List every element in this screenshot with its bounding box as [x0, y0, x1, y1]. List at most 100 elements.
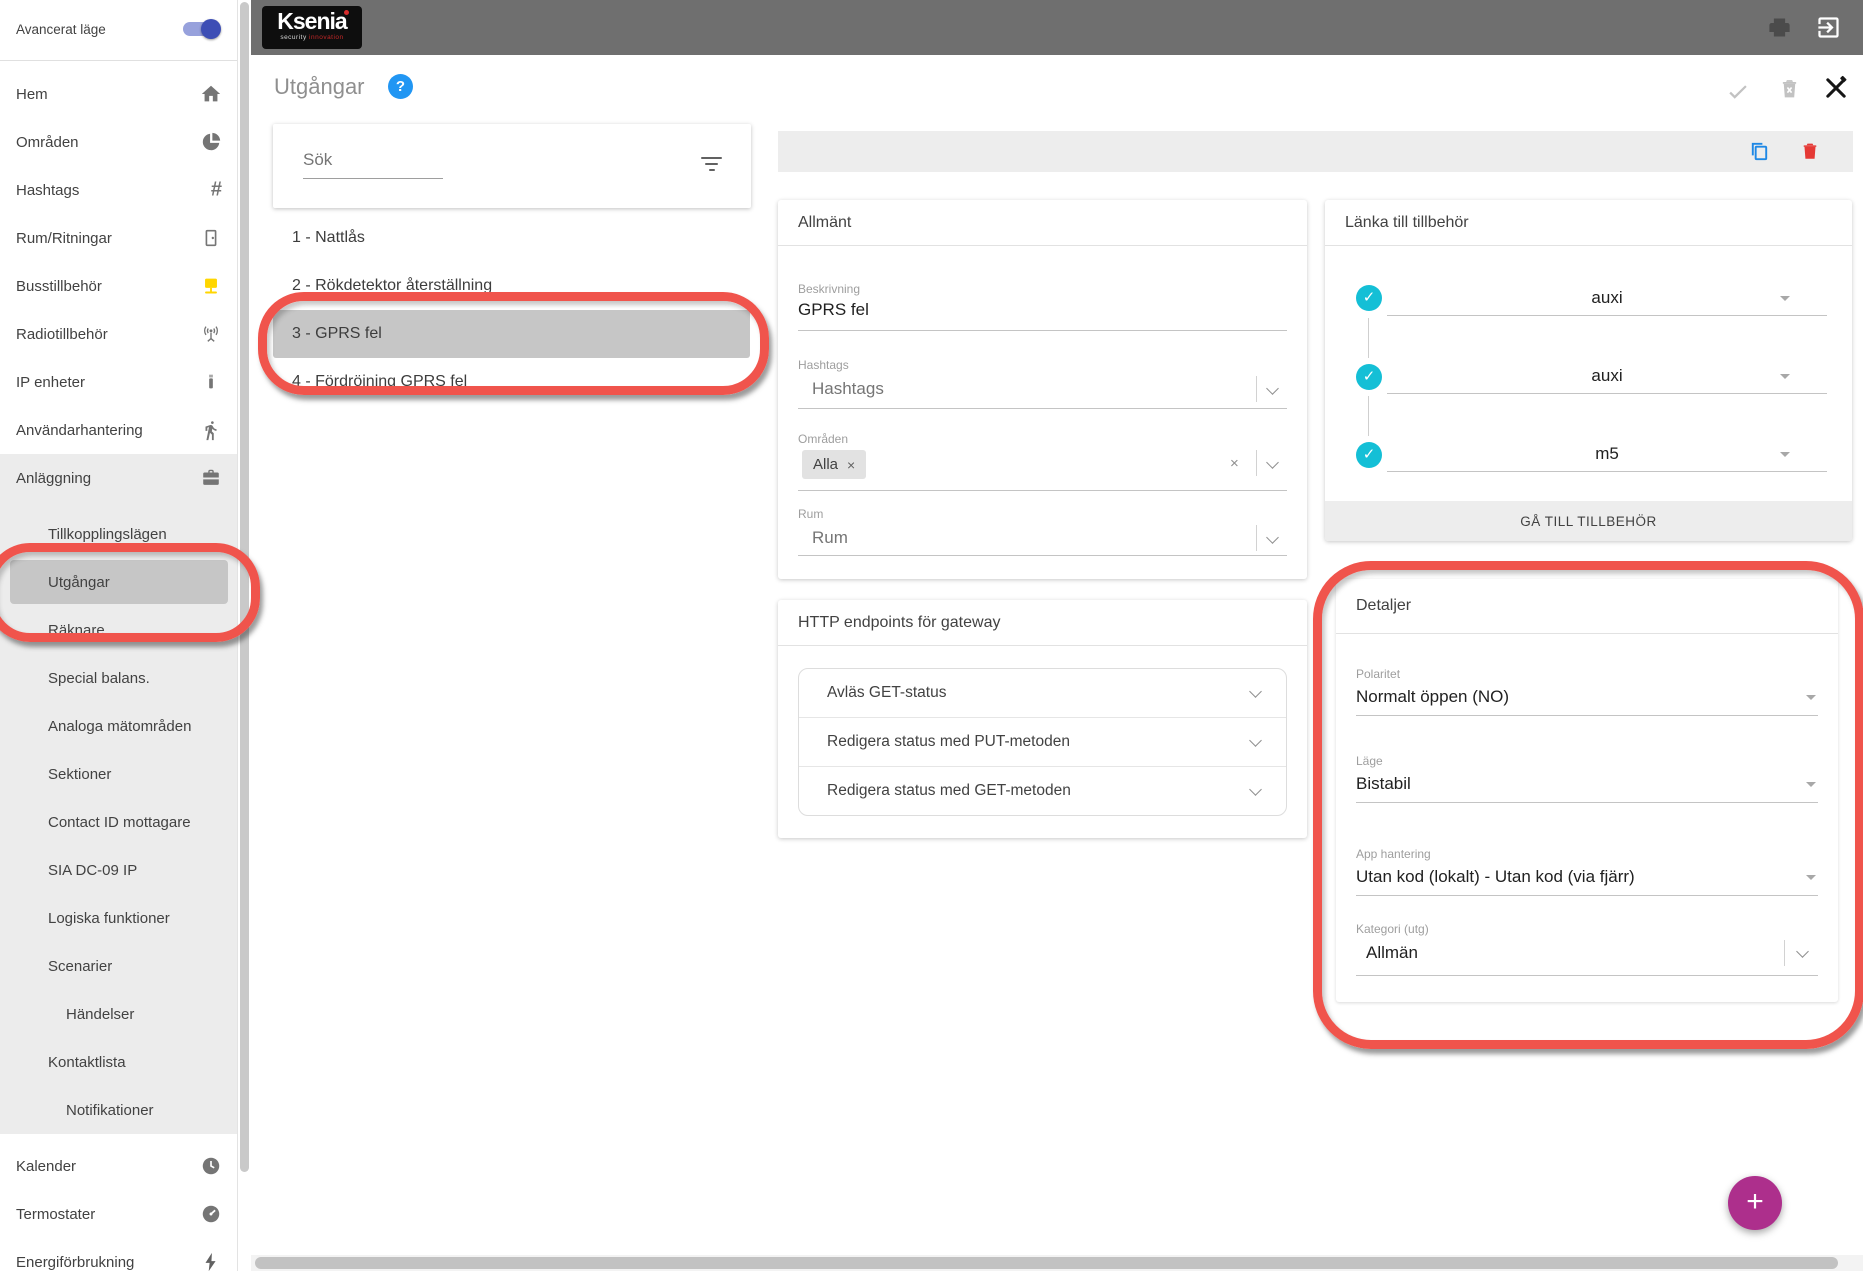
app-hantering-value[interactable]: Utan kod (lokalt) - Utan kod (via fjärr) [1356, 867, 1635, 887]
logout-icon[interactable] [1815, 14, 1842, 41]
http-accordion: Avläs GET-status Redigera status med PUT… [798, 668, 1287, 816]
output-item-label: 2 - Rökdetektor återställning [292, 277, 492, 295]
sidebar-item-ip-enheter[interactable]: IP enheter [0, 358, 237, 406]
accordion-row-get-status[interactable]: Avläs GET-status [799, 669, 1286, 718]
print-icon[interactable] [1766, 14, 1793, 41]
sidebar-item-hashtags[interactable]: Hashtags # [0, 166, 237, 214]
sidebar-item-kontaktlista[interactable]: Kontaktlista [0, 1038, 237, 1086]
lage-value[interactable]: Bistabil [1356, 774, 1411, 794]
sidebar-item-notifikationer[interactable]: Notifikationer [0, 1086, 237, 1134]
confirm-check-icon[interactable] [1725, 78, 1751, 104]
allmant-panel: Allmänt Beskrivning GPRS fel Hashtags Ha… [778, 200, 1307, 579]
dropdown-arrow-icon[interactable] [1780, 374, 1790, 384]
sidebar-item-contact-id-mottagare[interactable]: Contact ID mottagare [0, 798, 237, 846]
ksenia-logo: Ksenia security innovation [262, 6, 362, 49]
chevron-down-icon[interactable] [1796, 945, 1809, 958]
delete-all-icon[interactable] [1777, 76, 1802, 101]
sidebar-item-anlaggning[interactable]: Anläggning [0, 454, 237, 502]
sidebar-item-hem[interactable]: Hem [0, 70, 237, 118]
sidebar-item-label: Scenarier [48, 958, 112, 975]
advanced-mode-row: Avancerat läge [0, 10, 237, 50]
polaritet-value[interactable]: Normalt öppen (NO) [1356, 687, 1509, 707]
go-to-accessory-button[interactable]: GÅ TILL TILLBEHÖR [1325, 501, 1852, 541]
sidebar-item-analoga-matomraden[interactable]: Analoga mätområden [0, 702, 237, 750]
advanced-mode-toggle[interactable] [183, 22, 219, 36]
detaljer-panel: Detaljer Polaritet Normalt öppen (NO) Lä… [1336, 579, 1838, 1002]
accessory-value[interactable]: auxi [1387, 288, 1827, 308]
omraden-chip[interactable]: Alla × [802, 450, 866, 479]
accessory-check-icon[interactable]: ✓ [1356, 285, 1382, 311]
accordion-row-get-method[interactable]: Redigera status med GET-metoden [799, 767, 1286, 815]
tools-icon[interactable] [1822, 74, 1850, 102]
dropdown-arrow-icon[interactable] [1806, 695, 1816, 705]
chevron-down-icon [1249, 685, 1262, 698]
accessory-check-icon[interactable]: ✓ [1356, 442, 1382, 468]
horizontal-scrollbar-track[interactable] [251, 1255, 1863, 1271]
accordion-row-put-method[interactable]: Redigera status med PUT-metoden [799, 718, 1286, 767]
add-output-fab[interactable]: + [1728, 1176, 1782, 1230]
output-list-item[interactable]: 2 - Rökdetektor återställning [273, 262, 750, 310]
sidebar-item-label: Hem [16, 86, 48, 103]
copy-icon[interactable] [1748, 140, 1771, 163]
sidebar-item-handelser[interactable]: Händelser [0, 990, 237, 1038]
sidebar-item-label: IP enheter [16, 374, 85, 391]
field-divider [1256, 376, 1257, 402]
selection-toolbar [778, 131, 1853, 172]
sidebar-item-label: Analoga mätområden [48, 718, 191, 735]
dropdown-arrow-icon[interactable] [1780, 296, 1790, 306]
sidebar-item-kalender[interactable]: Kalender [0, 1142, 237, 1190]
chip-label: Alla [813, 456, 838, 473]
field-underline [798, 490, 1287, 491]
logo-red-dot [344, 10, 349, 15]
sidebar-item-logiska-funktioner[interactable]: Logiska funktioner [0, 894, 237, 942]
logo-text: Ksenia [277, 9, 346, 33]
sidebar-item-label: Händelser [66, 1006, 134, 1023]
chevron-down-icon[interactable] [1266, 456, 1279, 469]
help-icon[interactable]: ? [388, 74, 413, 99]
dropdown-arrow-icon[interactable] [1806, 782, 1816, 792]
chevron-down-icon[interactable] [1266, 531, 1279, 544]
output-list-item-selected[interactable]: 3 - GPRS fel [273, 310, 750, 358]
accessory-check-icon[interactable]: ✓ [1356, 364, 1382, 390]
sidebar-item-radiotillbehor[interactable]: Radiotillbehör [0, 310, 237, 358]
chevron-down-icon[interactable] [1266, 382, 1279, 395]
sidebar-item-energiforbrukning[interactable]: Energiförbrukning [0, 1238, 237, 1271]
sidebar-item-utgangar[interactable]: Utgångar [0, 558, 237, 606]
output-list-item[interactable]: 1 - Nattlås [273, 214, 750, 262]
sidebar-item-rum-ritningar[interactable]: Rum/Ritningar [0, 214, 237, 262]
sidebar-item-label: Energiförbrukning [16, 1254, 134, 1271]
sidebar-item-anvandarhantering[interactable]: Användarhantering [0, 406, 237, 454]
sidebar-item-label: Utgångar [48, 574, 110, 591]
hashtags-placeholder[interactable]: Hashtags [812, 379, 884, 399]
lightning-bolt-icon [200, 1251, 222, 1271]
sidebar-item-sia-dc-09-ip[interactable]: SIA DC-09 IP [0, 846, 237, 894]
sidebar-item-termostater[interactable]: Termostater [0, 1190, 237, 1238]
chip-remove-icon[interactable]: × [847, 457, 855, 473]
sidebar-item-scenarier[interactable]: Scenarier [0, 942, 237, 990]
dropdown-arrow-icon[interactable] [1806, 875, 1816, 885]
sidebar-item-raknare[interactable]: Räknare [0, 606, 237, 654]
beskrivning-value[interactable]: GPRS fel [798, 300, 869, 320]
clear-icon[interactable]: × [1230, 455, 1239, 472]
rum-placeholder[interactable]: Rum [812, 528, 848, 548]
sidebar-item-omraden[interactable]: Områden [0, 118, 237, 166]
sidebar-item-busstillbehor[interactable]: Busstillbehör [0, 262, 237, 310]
kategori-value[interactable]: Allmän [1366, 943, 1418, 963]
accessory-value[interactable]: m5 [1387, 444, 1827, 464]
field-underline [798, 330, 1287, 331]
search-input[interactable] [303, 146, 443, 179]
sidebar-scrollbar[interactable] [240, 2, 249, 1172]
dropdown-arrow-icon[interactable] [1780, 452, 1790, 462]
horizontal-scrollbar-thumb[interactable] [255, 1257, 1838, 1269]
delete-icon[interactable] [1799, 140, 1821, 162]
filter-icon[interactable] [701, 157, 723, 173]
logo-tagline: security innovation [262, 34, 362, 41]
sidebar-item-label: Logiska funktioner [48, 910, 170, 927]
output-list-item[interactable]: 4 - Fördröjning GPRS fel [273, 358, 750, 406]
search-card [273, 124, 751, 208]
sidebar-item-special-balans[interactable]: Special balans. [0, 654, 237, 702]
sidebar-item-sektioner[interactable]: Sektioner [0, 750, 237, 798]
sidebar-item-tillkopplingslagen[interactable]: Tillkopplingslägen [0, 510, 237, 558]
field-underline [1356, 975, 1818, 976]
accessory-value[interactable]: auxi [1387, 366, 1827, 386]
